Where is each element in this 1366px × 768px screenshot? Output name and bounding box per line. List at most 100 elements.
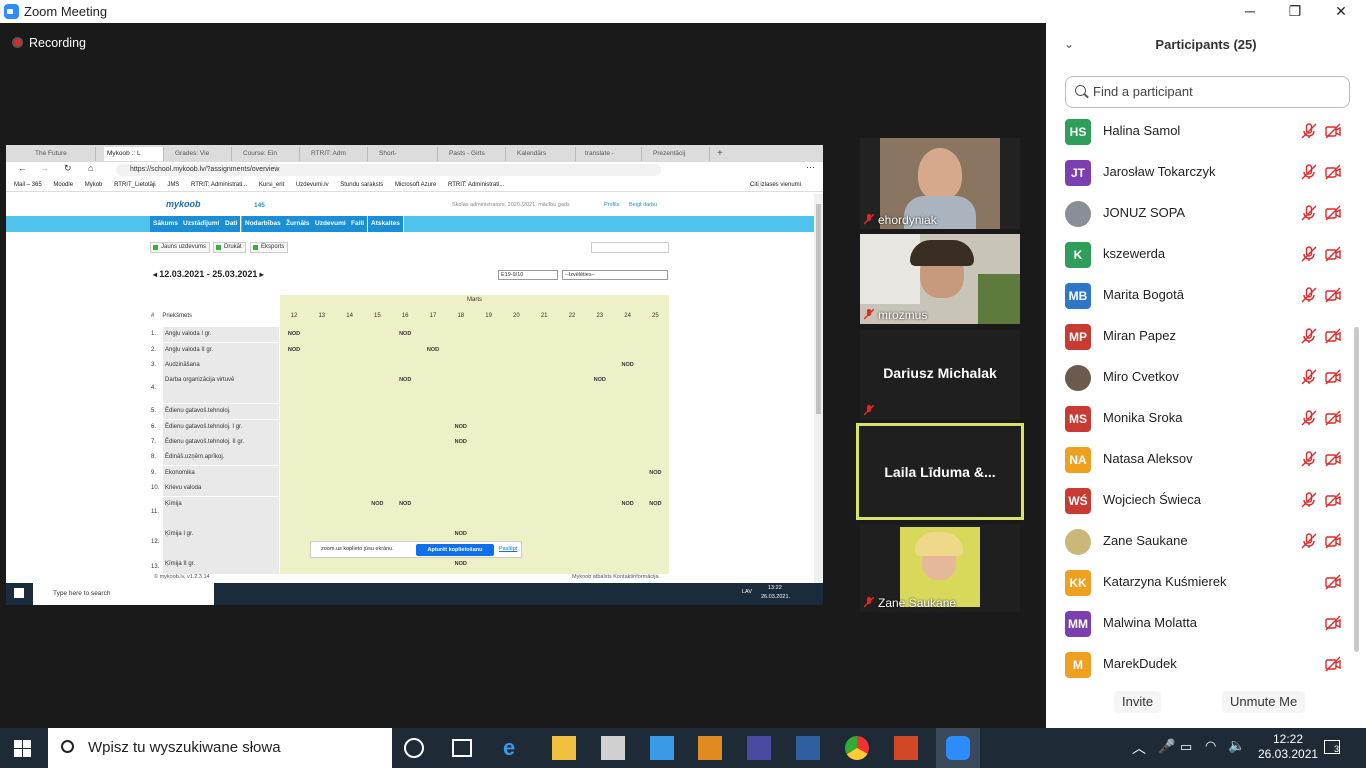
home-icon[interactable]: ⌂: [88, 163, 93, 173]
subject-cell[interactable]: Ekonomika: [163, 466, 279, 481]
close-button[interactable]: ✕: [1318, 1, 1364, 22]
unmute-me-button[interactable]: Unmute Me: [1222, 691, 1306, 713]
bookmark[interactable]: Mykob: [85, 182, 103, 188]
assignment-cell[interactable]: NOD: [447, 527, 475, 542]
new-assignment-button[interactable]: Jauns uzdevums: [150, 242, 211, 253]
mail-icon[interactable]: [650, 736, 674, 760]
nav-item[interactable]: Faili: [348, 216, 369, 232]
video-tile[interactable]: ehordyniak: [860, 138, 1020, 229]
url-input[interactable]: https://school.mykoob.lv/?assignments/ov…: [116, 164, 661, 176]
choose-select[interactable]: --Izvēlēties--: [562, 270, 668, 280]
video-tile[interactable]: mrozmus: [860, 234, 1020, 324]
new-tab-icon[interactable]: +: [714, 147, 728, 161]
browser-tab[interactable]: Grades: Vie: [172, 147, 232, 161]
zoom-app-icon[interactable]: [936, 728, 980, 768]
participant-row[interactable]: MM Malwina Molatta: [1046, 602, 1356, 643]
stop-sharing-button[interactable]: Apturēt koplietošanu: [416, 544, 494, 556]
class-select[interactable]: E19-9/10: [498, 270, 558, 280]
windows-start-icon[interactable]: [14, 740, 31, 757]
video-tile-active-speaker[interactable]: Laila Līduma &...: [856, 423, 1024, 520]
participant-row[interactable]: HS Halina Samol: [1046, 110, 1356, 151]
assignment-cell[interactable]: NOD: [391, 497, 419, 512]
assignment-cell[interactable]: NOD: [280, 343, 308, 358]
nav-item[interactable]: Sākums: [150, 216, 182, 232]
export-button[interactable]: Eksports: [250, 242, 289, 253]
subject-cell[interactable]: Angļu valoda I gr.: [163, 327, 279, 342]
participant-row[interactable]: Zane Saukane: [1046, 520, 1356, 561]
nav-item[interactable]: Uzstādījumi: [180, 216, 224, 232]
bookmark[interactable]: Mail – 365: [14, 182, 42, 188]
browser-tab[interactable]: The Future: [32, 147, 96, 161]
participant-row[interactable]: NA Natasa Aleksov: [1046, 438, 1356, 479]
assignment-cell[interactable]: NOD: [447, 435, 475, 450]
participant-row[interactable]: Kkszewerda: [1046, 233, 1356, 274]
browser-tab[interactable]: Course: Ein: [240, 147, 300, 161]
inner-lang[interactable]: LAV: [742, 589, 752, 595]
bookmark[interactable]: Moodle: [53, 182, 73, 188]
participant-row[interactable]: MP Miran Papez: [1046, 315, 1356, 356]
assignment-cell[interactable]: NOD: [614, 497, 642, 512]
assignment-cell[interactable]: NOD: [586, 373, 614, 388]
participant-row[interactable]: M MarekDudek: [1046, 643, 1356, 680]
subject-cell[interactable]: Ķīmija: [163, 497, 279, 527]
find-participant-input[interactable]: Find a participant: [1065, 76, 1350, 108]
inner-search-input[interactable]: Type here to search: [33, 583, 214, 605]
participant-row[interactable]: Miro Cvetkov: [1046, 356, 1356, 397]
print-button[interactable]: Drukāt: [213, 242, 246, 253]
bookmark[interactable]: Microsoft Azure: [395, 182, 436, 188]
browser-tab[interactable]: Kalendārs: [514, 147, 576, 161]
nav-item[interactable]: Žurnāls: [283, 216, 314, 232]
subject-cell[interactable]: Angļu valoda II gr.: [163, 343, 279, 358]
browser-tab[interactable]: translate -: [582, 147, 642, 161]
battery-icon[interactable]: ▭: [1180, 739, 1192, 755]
file-explorer-icon[interactable]: [552, 736, 576, 760]
network-app-icon[interactable]: [796, 736, 820, 760]
hide-link[interactable]: Paslēpt: [499, 542, 517, 557]
footer-right[interactable]: Mykoob atbalsts Kontaktinformācija: [572, 574, 659, 580]
logout-link[interactable]: Beigt darbu: [629, 202, 657, 208]
microphone-tray-icon[interactable]: 🎤: [1158, 738, 1175, 755]
task-view-icon[interactable]: [452, 739, 472, 757]
save-app-icon[interactable]: [747, 736, 771, 760]
participant-row[interactable]: MB Marita Bogotā: [1046, 274, 1356, 315]
taskbar-clock[interactable]: 12:22 26.03.2021: [1258, 732, 1318, 762]
bookmark[interactable]: Stundu saraksts: [340, 182, 383, 188]
other-bookmarks[interactable]: Citi izlases vienumi: [750, 178, 801, 192]
browser-tab[interactable]: Prezentācij: [650, 147, 710, 161]
volume-icon[interactable]: 🔈: [1228, 737, 1245, 754]
maximize-button[interactable]: ❐: [1272, 1, 1318, 22]
participant-row[interactable]: WŚ Wojciech Świeca: [1046, 479, 1356, 520]
store-icon[interactable]: [601, 736, 625, 760]
assignment-cell[interactable]: NOD: [280, 327, 308, 342]
nav-item[interactable]: Dati: [222, 216, 242, 232]
site-search-input[interactable]: [591, 242, 669, 253]
inner-start-icon[interactable]: [14, 588, 24, 598]
assignment-cell[interactable]: NOD: [419, 343, 447, 358]
back-icon[interactable]: ←: [18, 163, 27, 173]
bookmark[interactable]: JMS: [167, 182, 179, 188]
profile-link[interactable]: Profils: [604, 202, 619, 208]
refresh-icon[interactable]: ↻: [64, 163, 72, 174]
assignment-cell[interactable]: NOD: [614, 358, 642, 373]
subject-cell[interactable]: Darba organizācija virtuvē: [163, 373, 279, 403]
assignment-cell[interactable]: NOD: [363, 497, 391, 512]
subject-cell[interactable]: Audzināšana: [163, 358, 279, 373]
recording-indicator[interactable]: Recording: [12, 36, 86, 50]
panel-scrollbar[interactable]: [1354, 327, 1359, 652]
participant-row[interactable]: MS Monika Sroka: [1046, 397, 1356, 438]
page-scrollbar[interactable]: [814, 194, 823, 583]
notifications-icon[interactable]: 3: [1322, 738, 1344, 758]
assignment-cell[interactable]: NOD: [391, 373, 419, 388]
participant-row[interactable]: KK Katarzyna Kuśmierek: [1046, 561, 1356, 602]
edge-icon[interactable]: e: [503, 736, 527, 760]
forward-icon[interactable]: →: [40, 163, 49, 173]
subject-cell[interactable]: Krievu valoda: [163, 481, 279, 496]
subject-cell[interactable]: Ķīmija I gr.: [163, 527, 279, 557]
nav-item[interactable]: Atskaites: [368, 216, 404, 232]
chrome-icon[interactable]: [845, 736, 869, 760]
subject-cell[interactable]: Ēdienu gatavoš.tehnoloj. II gr.: [163, 435, 279, 450]
wifi-icon[interactable]: ◠: [1205, 738, 1216, 754]
subject-cell[interactable]: Ēdināš.uzņēm.aprīkoj.: [163, 450, 279, 465]
assignment-cell[interactable]: NOD: [641, 497, 669, 512]
mykoob-logo[interactable]: mykoob: [166, 199, 201, 209]
